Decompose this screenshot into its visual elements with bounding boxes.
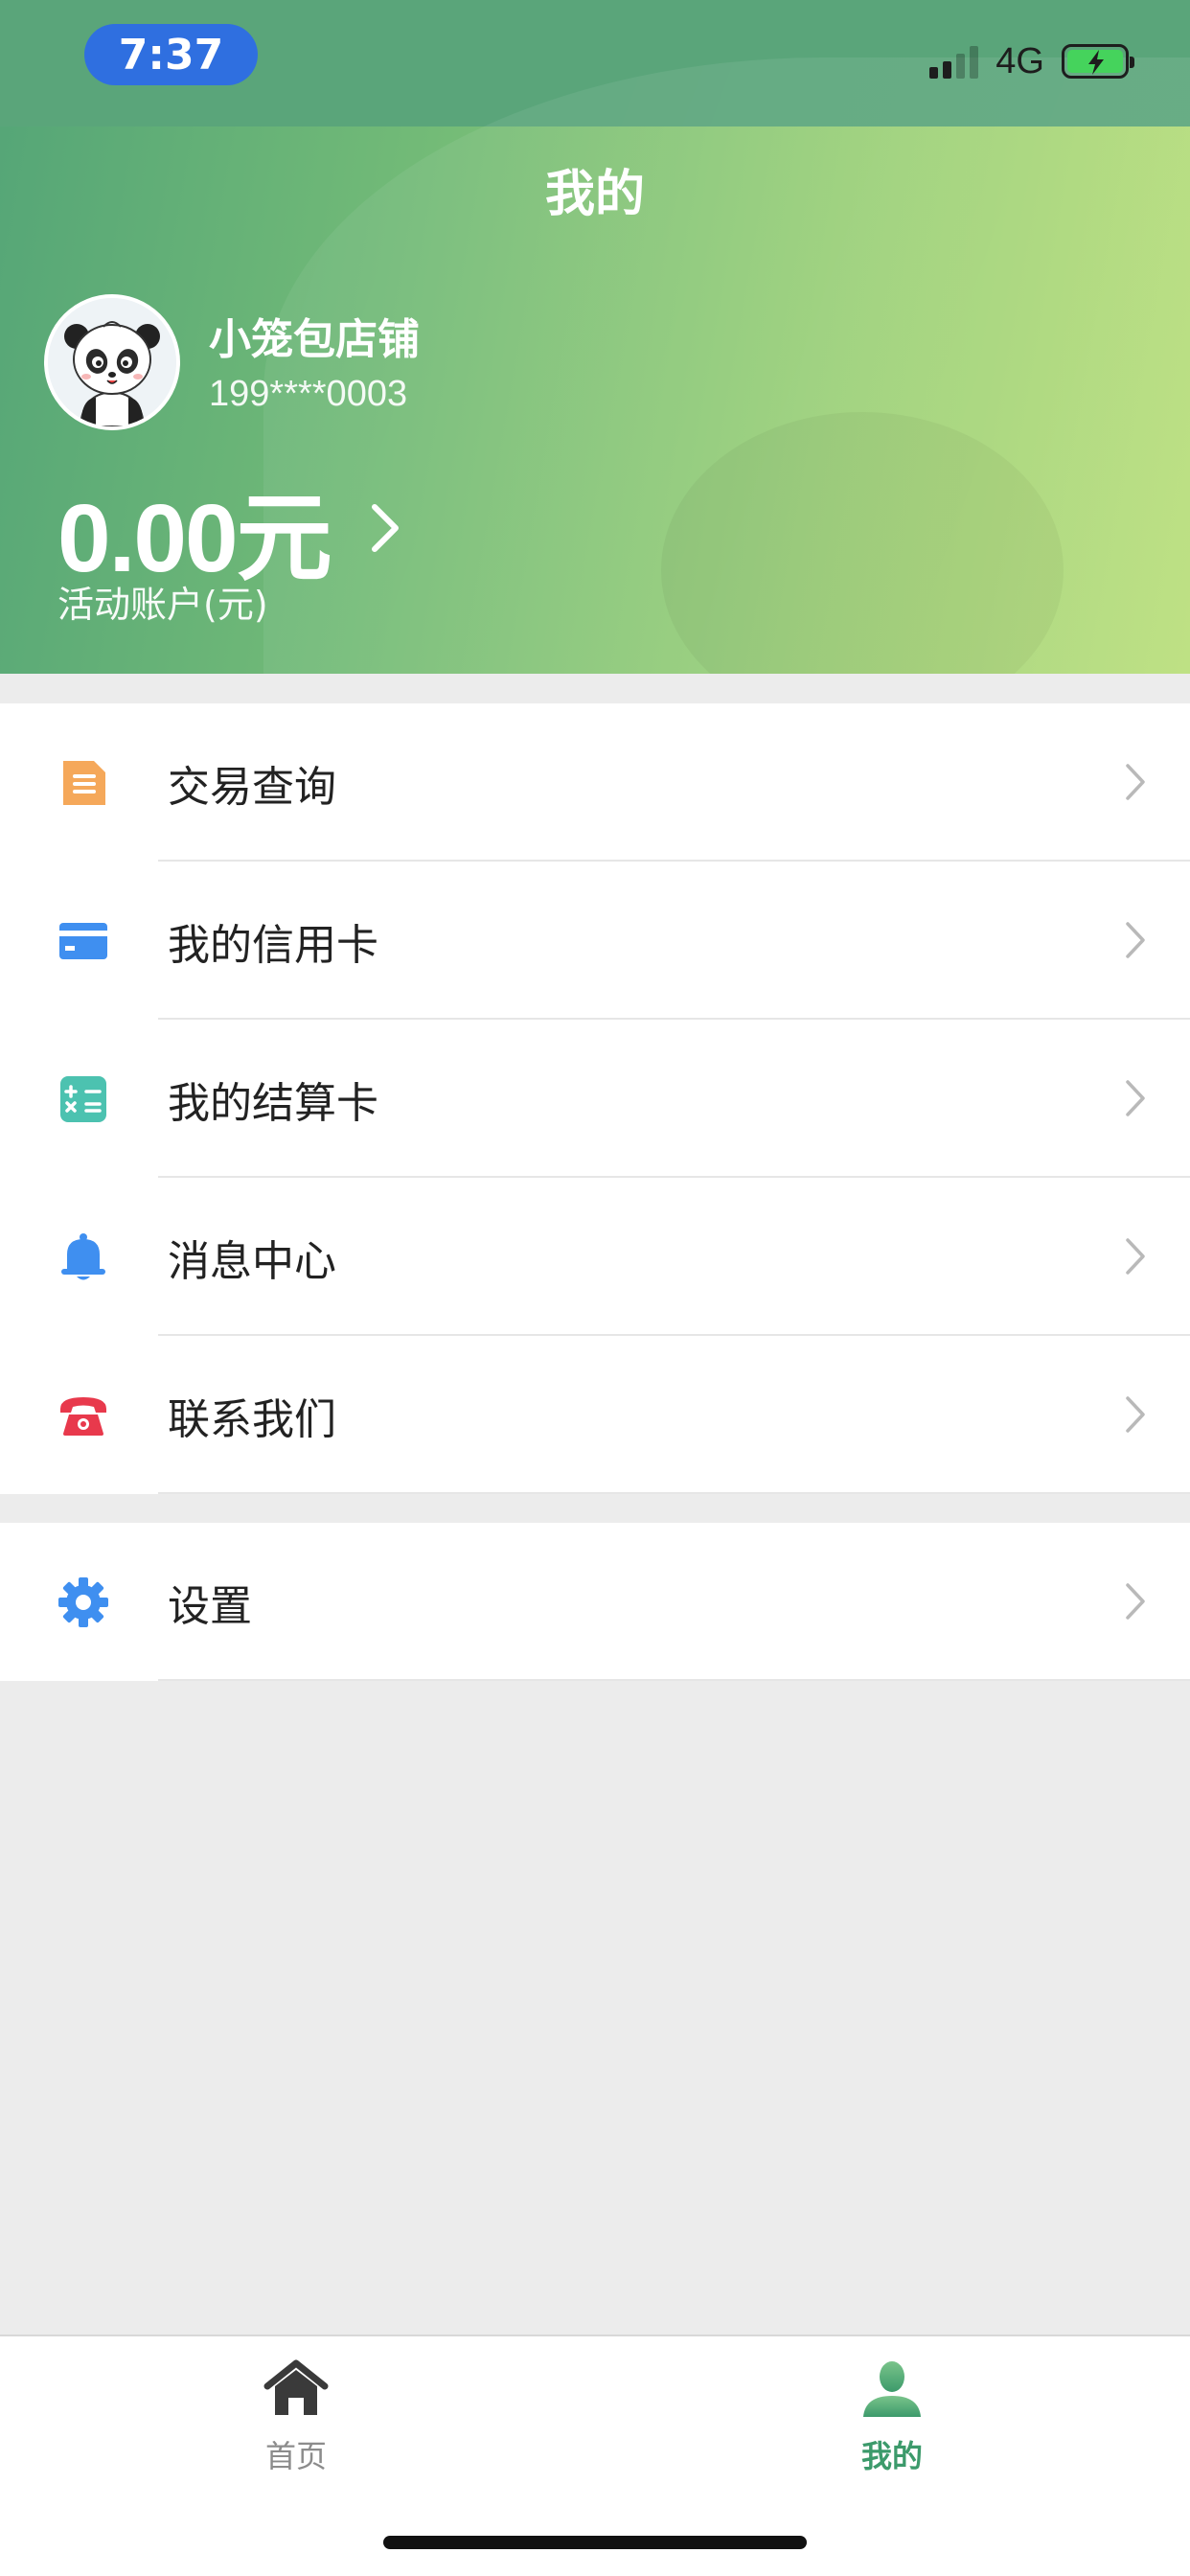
menu-item-label: 设置 [168,1581,252,1631]
shop-name: 小笼包店铺 [209,315,420,364]
credit-card-icon [57,915,109,967]
balance-label: 活动账户(元) [57,584,268,626]
menu-item-settings[interactable]: 设置 [0,1523,1190,1681]
status-time: 7:37 [84,24,258,85]
menu-item-contact-us[interactable]: 联系我们 [0,1336,1190,1494]
menu-group-settings: 设置 [0,1523,1190,1681]
menu-item-label: 交易查询 [168,762,336,812]
tab-home[interactable]: 首页 [200,2358,392,2501]
gear-icon [57,1576,109,1628]
menu-item-label: 联系我们 [168,1394,336,1444]
phone-number: 199****0003 [209,374,408,414]
telephone-icon [57,1390,109,1441]
network-type: 4G [995,40,1044,81]
profile-header: 7:37 4G 我的 小笼包店铺 199****0003 0.00元 活动账户(… [0,0,1190,674]
calculator-icon [57,1073,109,1125]
menu-item-message-center[interactable]: 消息中心 [0,1178,1190,1336]
divider [158,1492,1190,1494]
menu-item-label: 我的信用卡 [168,920,378,970]
user-profile-icon [858,2358,927,2423]
chevron-right-icon [1125,1237,1146,1279]
menu-item-settlement-card[interactable]: 我的结算卡 [0,1020,1190,1178]
page-title: 我的 [544,166,645,223]
chevron-right-icon [1125,763,1146,805]
menu-item-label: 我的结算卡 [168,1078,378,1128]
avatar[interactable] [44,294,180,430]
chevron-right-icon [1125,921,1146,963]
menu-item-credit-card[interactable]: 我的信用卡 [0,862,1190,1020]
home-indicator [383,2536,807,2549]
chevron-right-icon [1125,1079,1146,1121]
chevron-right-icon [369,503,401,557]
document-icon [57,757,109,809]
home-icon [262,2358,331,2423]
menu-item-transactions[interactable]: 交易查询 [0,703,1190,862]
divider [158,1679,1190,1681]
tab-label: 我的 [860,2438,923,2474]
status-indicators: 4G [929,40,1134,82]
chevron-right-icon [1125,1395,1146,1438]
panda-avatar-icon [48,298,176,426]
menu-group-main: 交易查询 我的信用卡 我的结算卡 消息中心 联系我们 [0,703,1190,1494]
bell-icon [57,1231,109,1283]
tab-label: 首页 [264,2438,327,2474]
cellular-signal-icon [929,44,979,79]
battery-charging-icon [1062,44,1134,79]
chevron-right-icon [1125,1582,1146,1624]
tab-mine[interactable]: 我的 [796,2358,988,2501]
menu-item-label: 消息中心 [168,1236,336,1286]
